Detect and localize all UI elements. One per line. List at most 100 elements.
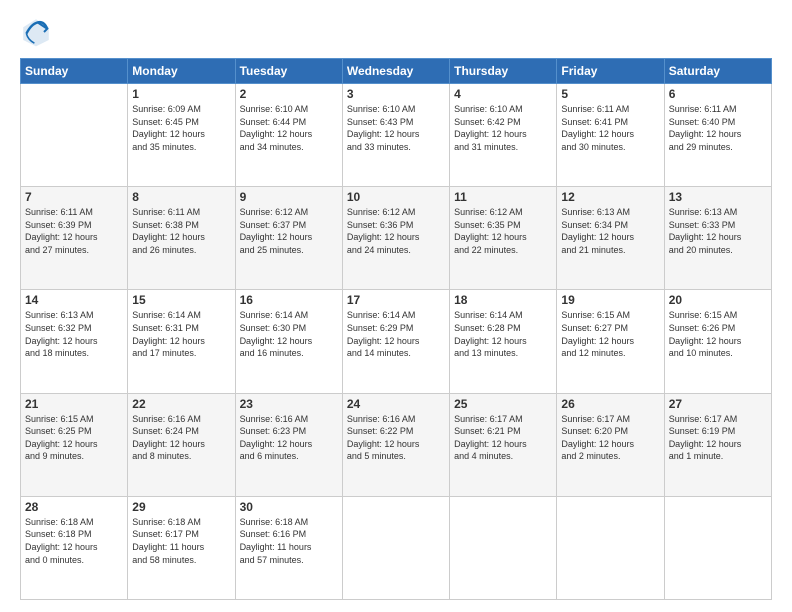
calendar-cell: 5Sunrise: 6:11 AMSunset: 6:41 PMDaylight…	[557, 84, 664, 187]
logo-icon	[20, 16, 52, 48]
calendar-cell: 3 Sunrise: 6:10 AMSunset: 6:43 PMDaylight…	[342, 84, 449, 187]
day-number: 24	[347, 397, 445, 411]
calendar-cell: 18 Sunrise: 6:14 AMSunset: 6:28 PMDayligh…	[450, 290, 557, 393]
week-row-2: 7 Sunrise: 6:11 AMSunset: 6:39 PMDaylight…	[21, 187, 772, 290]
weekday-header-sunday: Sunday	[21, 59, 128, 84]
calendar-table: SundayMondayTuesdayWednesdayThursdayFrid…	[20, 58, 772, 600]
calendar-cell	[450, 496, 557, 599]
logo	[20, 16, 56, 48]
day-number: 6	[669, 87, 767, 101]
cell-details: Sunrise: 6:14 AMSunset: 6:28 PMDaylight:…	[454, 309, 552, 359]
calendar-cell: 14 Sunrise: 6:13 AMSunset: 6:32 PMDayligh…	[21, 290, 128, 393]
cell-details: Sunrise: 6:11 AMSunset: 6:38 PMDaylight:…	[132, 206, 230, 256]
day-number: 22	[132, 397, 230, 411]
calendar-cell: 9 Sunrise: 6:12 AMSunset: 6:37 PMDaylight…	[235, 187, 342, 290]
week-row-1: 1 Sunrise: 6:09 AMSunset: 6:45 PMDaylight…	[21, 84, 772, 187]
day-number: 16	[240, 293, 338, 307]
calendar-cell: 21Sunrise: 6:15 AMSunset: 6:25 PMDayligh…	[21, 393, 128, 496]
day-number: 2	[240, 87, 338, 101]
cell-details: Sunrise: 6:13 AMSunset: 6:34 PMDaylight:…	[561, 206, 659, 256]
calendar-cell: 23Sunrise: 6:16 AMSunset: 6:23 PMDayligh…	[235, 393, 342, 496]
cell-details: Sunrise: 6:16 AMSunset: 6:24 PMDaylight:…	[132, 413, 230, 463]
calendar-cell: 30 Sunrise: 6:18 AMSunset: 6:16 PMDayligh…	[235, 496, 342, 599]
calendar-cell: 11 Sunrise: 6:12 AMSunset: 6:35 PMDayligh…	[450, 187, 557, 290]
day-number: 19	[561, 293, 659, 307]
weekday-header-monday: Monday	[128, 59, 235, 84]
day-number: 11	[454, 190, 552, 204]
cell-details: Sunrise: 6:14 AMSunset: 6:29 PMDaylight:…	[347, 309, 445, 359]
cell-details: Sunrise: 6:15 AMSunset: 6:25 PMDaylight:…	[25, 413, 123, 463]
cell-details: Sunrise: 6:15 AMSunset: 6:26 PMDaylight:…	[669, 309, 767, 359]
calendar-cell: 27 Sunrise: 6:17 AMSunset: 6:19 PMDayligh…	[664, 393, 771, 496]
cell-details: Sunrise: 6:11 AMSunset: 6:41 PMDaylight:…	[561, 103, 659, 153]
cell-details: Sunrise: 6:10 AMSunset: 6:44 PMDaylight:…	[240, 103, 338, 153]
cell-details: Sunrise: 6:10 AMSunset: 6:43 PMDaylight:…	[347, 103, 445, 153]
weekday-header-saturday: Saturday	[664, 59, 771, 84]
day-number: 18	[454, 293, 552, 307]
day-number: 15	[132, 293, 230, 307]
cell-details: Sunrise: 6:12 AMSunset: 6:37 PMDaylight:…	[240, 206, 338, 256]
cell-details: Sunrise: 6:12 AMSunset: 6:35 PMDaylight:…	[454, 206, 552, 256]
day-number: 14	[25, 293, 123, 307]
day-number: 30	[240, 500, 338, 514]
day-number: 1	[132, 87, 230, 101]
calendar-cell: 7 Sunrise: 6:11 AMSunset: 6:39 PMDaylight…	[21, 187, 128, 290]
week-row-3: 14 Sunrise: 6:13 AMSunset: 6:32 PMDayligh…	[21, 290, 772, 393]
week-row-5: 28Sunrise: 6:18 AMSunset: 6:18 PMDayligh…	[21, 496, 772, 599]
calendar-cell: 8Sunrise: 6:11 AMSunset: 6:38 PMDaylight…	[128, 187, 235, 290]
cell-details: Sunrise: 6:09 AMSunset: 6:45 PMDaylight:…	[132, 103, 230, 153]
calendar-cell: 17 Sunrise: 6:14 AMSunset: 6:29 PMDayligh…	[342, 290, 449, 393]
page: SundayMondayTuesdayWednesdayThursdayFrid…	[0, 0, 792, 612]
cell-details: Sunrise: 6:12 AMSunset: 6:36 PMDaylight:…	[347, 206, 445, 256]
calendar-cell: 19Sunrise: 6:15 AMSunset: 6:27 PMDayligh…	[557, 290, 664, 393]
day-number: 13	[669, 190, 767, 204]
day-number: 7	[25, 190, 123, 204]
calendar-cell	[557, 496, 664, 599]
calendar-cell: 28Sunrise: 6:18 AMSunset: 6:18 PMDayligh…	[21, 496, 128, 599]
weekday-header-tuesday: Tuesday	[235, 59, 342, 84]
calendar-cell	[21, 84, 128, 187]
calendar-cell: 20 Sunrise: 6:15 AMSunset: 6:26 PMDayligh…	[664, 290, 771, 393]
calendar-cell: 12 Sunrise: 6:13 AMSunset: 6:34 PMDayligh…	[557, 187, 664, 290]
day-number: 28	[25, 500, 123, 514]
cell-details: Sunrise: 6:14 AMSunset: 6:31 PMDaylight:…	[132, 309, 230, 359]
calendar-cell: 10 Sunrise: 6:12 AMSunset: 6:36 PMDayligh…	[342, 187, 449, 290]
cell-details: Sunrise: 6:13 AMSunset: 6:33 PMDaylight:…	[669, 206, 767, 256]
weekday-header-friday: Friday	[557, 59, 664, 84]
calendar-cell: 13 Sunrise: 6:13 AMSunset: 6:33 PMDayligh…	[664, 187, 771, 290]
cell-details: Sunrise: 6:11 AMSunset: 6:39 PMDaylight:…	[25, 206, 123, 256]
calendar-cell	[664, 496, 771, 599]
day-number: 3	[347, 87, 445, 101]
day-number: 10	[347, 190, 445, 204]
day-number: 17	[347, 293, 445, 307]
day-number: 9	[240, 190, 338, 204]
calendar-cell: 16 Sunrise: 6:14 AMSunset: 6:30 PMDayligh…	[235, 290, 342, 393]
cell-details: Sunrise: 6:11 AMSunset: 6:40 PMDaylight:…	[669, 103, 767, 153]
day-number: 27	[669, 397, 767, 411]
cell-details: Sunrise: 6:18 AMSunset: 6:16 PMDaylight:…	[240, 516, 338, 566]
day-number: 26	[561, 397, 659, 411]
day-number: 25	[454, 397, 552, 411]
weekday-header-thursday: Thursday	[450, 59, 557, 84]
calendar-cell: 22 Sunrise: 6:16 AMSunset: 6:24 PMDayligh…	[128, 393, 235, 496]
calendar-cell: 29Sunrise: 6:18 AMSunset: 6:17 PMDayligh…	[128, 496, 235, 599]
cell-details: Sunrise: 6:16 AMSunset: 6:22 PMDaylight:…	[347, 413, 445, 463]
weekday-header-wednesday: Wednesday	[342, 59, 449, 84]
calendar-cell: 6 Sunrise: 6:11 AMSunset: 6:40 PMDaylight…	[664, 84, 771, 187]
cell-details: Sunrise: 6:17 AMSunset: 6:19 PMDaylight:…	[669, 413, 767, 463]
cell-details: Sunrise: 6:17 AMSunset: 6:21 PMDaylight:…	[454, 413, 552, 463]
cell-details: Sunrise: 6:16 AMSunset: 6:23 PMDaylight:…	[240, 413, 338, 463]
day-number: 4	[454, 87, 552, 101]
calendar-cell: 25 Sunrise: 6:17 AMSunset: 6:21 PMDayligh…	[450, 393, 557, 496]
day-number: 29	[132, 500, 230, 514]
day-number: 12	[561, 190, 659, 204]
cell-details: Sunrise: 6:13 AMSunset: 6:32 PMDaylight:…	[25, 309, 123, 359]
weekday-header-row: SundayMondayTuesdayWednesdayThursdayFrid…	[21, 59, 772, 84]
calendar-cell: 4 Sunrise: 6:10 AMSunset: 6:42 PMDaylight…	[450, 84, 557, 187]
cell-details: Sunrise: 6:14 AMSunset: 6:30 PMDaylight:…	[240, 309, 338, 359]
cell-details: Sunrise: 6:10 AMSunset: 6:42 PMDaylight:…	[454, 103, 552, 153]
calendar-cell: 2 Sunrise: 6:10 AMSunset: 6:44 PMDaylight…	[235, 84, 342, 187]
week-row-4: 21Sunrise: 6:15 AMSunset: 6:25 PMDayligh…	[21, 393, 772, 496]
calendar-cell: 1 Sunrise: 6:09 AMSunset: 6:45 PMDaylight…	[128, 84, 235, 187]
day-number: 20	[669, 293, 767, 307]
